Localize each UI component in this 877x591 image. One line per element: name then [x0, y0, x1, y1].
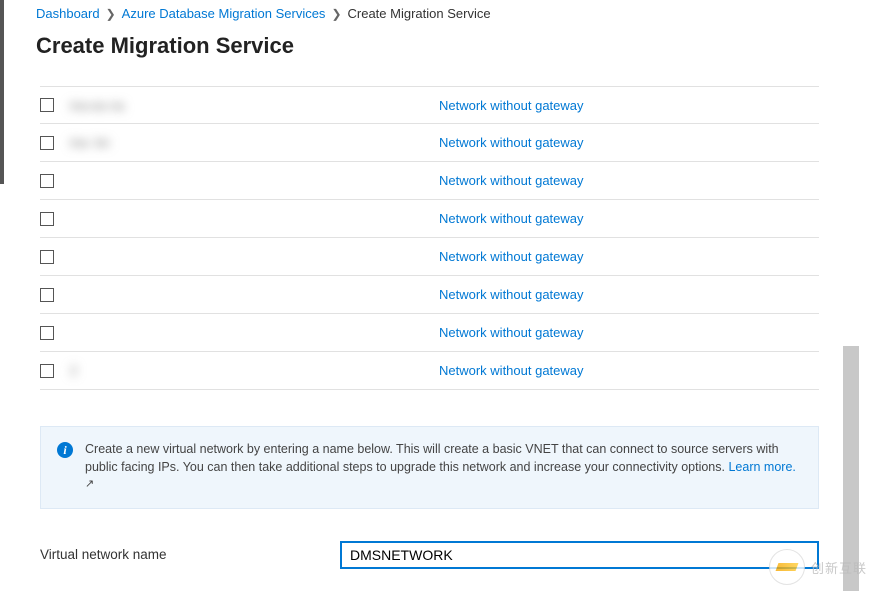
checkbox[interactable]: [40, 364, 54, 378]
info-icon: i: [57, 442, 73, 458]
network-row[interactable]: Network without gateway: [40, 314, 819, 352]
vnet-name-label: Virtual network name: [40, 547, 340, 562]
watermark: 创新互联: [769, 549, 867, 585]
chevron-right-icon: ❯: [106, 7, 116, 21]
external-link-icon: ↗: [85, 478, 94, 490]
network-status-link[interactable]: Network without gateway: [439, 211, 584, 226]
network-row[interactable]: 2 Network without gateway: [40, 352, 819, 390]
vnet-name-input[interactable]: [340, 541, 819, 569]
network-name-obscured: ina- bn: [70, 135, 110, 150]
breadcrumb-dms[interactable]: Azure Database Migration Services: [122, 6, 326, 21]
network-row[interactable]: Network without gateway: [40, 162, 819, 200]
network-name-obscured: 2: [70, 363, 77, 378]
learn-more-link[interactable]: Learn more.: [728, 460, 795, 474]
network-status-link[interactable]: Network without gateway: [439, 287, 584, 302]
checkbox[interactable]: [40, 98, 54, 112]
content-pane: ▲ ina-ea na Network without gateway ina-…: [0, 86, 859, 591]
watermark-text: 创新互联: [811, 558, 867, 577]
breadcrumb: Dashboard ❯ Azure Database Migration Ser…: [36, 6, 877, 21]
checkbox[interactable]: [40, 326, 54, 340]
network-status-link[interactable]: Network without gateway: [439, 173, 584, 188]
info-text: Create a new virtual network by entering…: [85, 441, 802, 494]
breadcrumb-dashboard[interactable]: Dashboard: [36, 6, 100, 21]
network-row[interactable]: Network without gateway: [40, 238, 819, 276]
network-status-link[interactable]: Network without gateway: [439, 135, 584, 150]
network-row[interactable]: Network without gateway: [40, 200, 819, 238]
page-title: Create Migration Service: [36, 33, 877, 59]
checkbox[interactable]: [40, 250, 54, 264]
checkbox[interactable]: [40, 212, 54, 226]
chevron-right-icon: ❯: [331, 7, 341, 21]
network-status-link[interactable]: Network without gateway: [439, 249, 584, 264]
checkbox[interactable]: [40, 136, 54, 150]
network-status-link[interactable]: Network without gateway: [439, 363, 584, 378]
network-name-obscured: ina-ea na: [70, 98, 124, 113]
network-row[interactable]: ina-ea na Network without gateway: [40, 86, 819, 124]
network-row[interactable]: ina- bn Network without gateway: [40, 124, 819, 162]
vnet-name-field-row: Virtual network name: [40, 541, 819, 569]
network-status-link[interactable]: Network without gateway: [439, 98, 584, 113]
watermark-logo-icon: [769, 549, 805, 585]
network-status-link[interactable]: Network without gateway: [439, 325, 584, 340]
checkbox[interactable]: [40, 288, 54, 302]
info-callout: i Create a new virtual network by enteri…: [40, 426, 819, 509]
checkbox[interactable]: [40, 174, 54, 188]
breadcrumb-current: Create Migration Service: [348, 6, 491, 21]
header: Dashboard ❯ Azure Database Migration Ser…: [0, 0, 877, 21]
network-row[interactable]: Network without gateway: [40, 276, 819, 314]
